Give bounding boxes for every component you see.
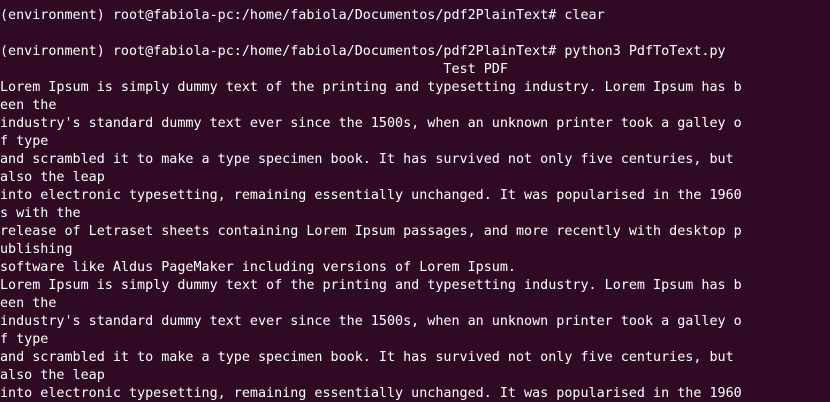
terminal-line: f type (0, 134, 49, 149)
terminal-line: industry's standard dummy text ever sinc… (0, 116, 742, 131)
terminal-line: een the (0, 98, 57, 113)
terminal-line: industry's standard dummy text ever sinc… (0, 314, 742, 329)
terminal-line: and scrambled it to make a type specimen… (0, 152, 734, 167)
terminal-line: also the leap (0, 170, 105, 185)
terminal-line: een the (0, 296, 57, 311)
terminal-line: s with the (0, 206, 81, 221)
terminal-line: ublishing (0, 242, 73, 257)
terminal-line: also the leap (0, 368, 105, 383)
terminal-line: release of Letraset sheets containing Lo… (0, 224, 742, 239)
terminal-line: into electronic typesetting, remaining e… (0, 188, 742, 203)
terminal-line: software like Aldus PageMaker including … (0, 260, 516, 275)
terminal-line: Lorem Ipsum is simply dummy text of the … (0, 80, 742, 95)
terminal-window[interactable]: (environment) root@fabiola-pc:/home/fabi… (0, 0, 830, 402)
terminal-line: (environment) root@fabiola-pc:/home/fabi… (0, 44, 726, 59)
terminal-output: (environment) root@fabiola-pc:/home/fabi… (0, 7, 830, 402)
terminal-line: (environment) root@fabiola-pc:/home/fabi… (0, 8, 605, 23)
terminal-line: Test PDF (0, 62, 508, 77)
terminal-line: into electronic typesetting, remaining e… (0, 386, 742, 401)
terminal-line: f type (0, 332, 49, 347)
terminal-line: and scrambled it to make a type specimen… (0, 350, 734, 365)
terminal-line: Lorem Ipsum is simply dummy text of the … (0, 278, 742, 293)
